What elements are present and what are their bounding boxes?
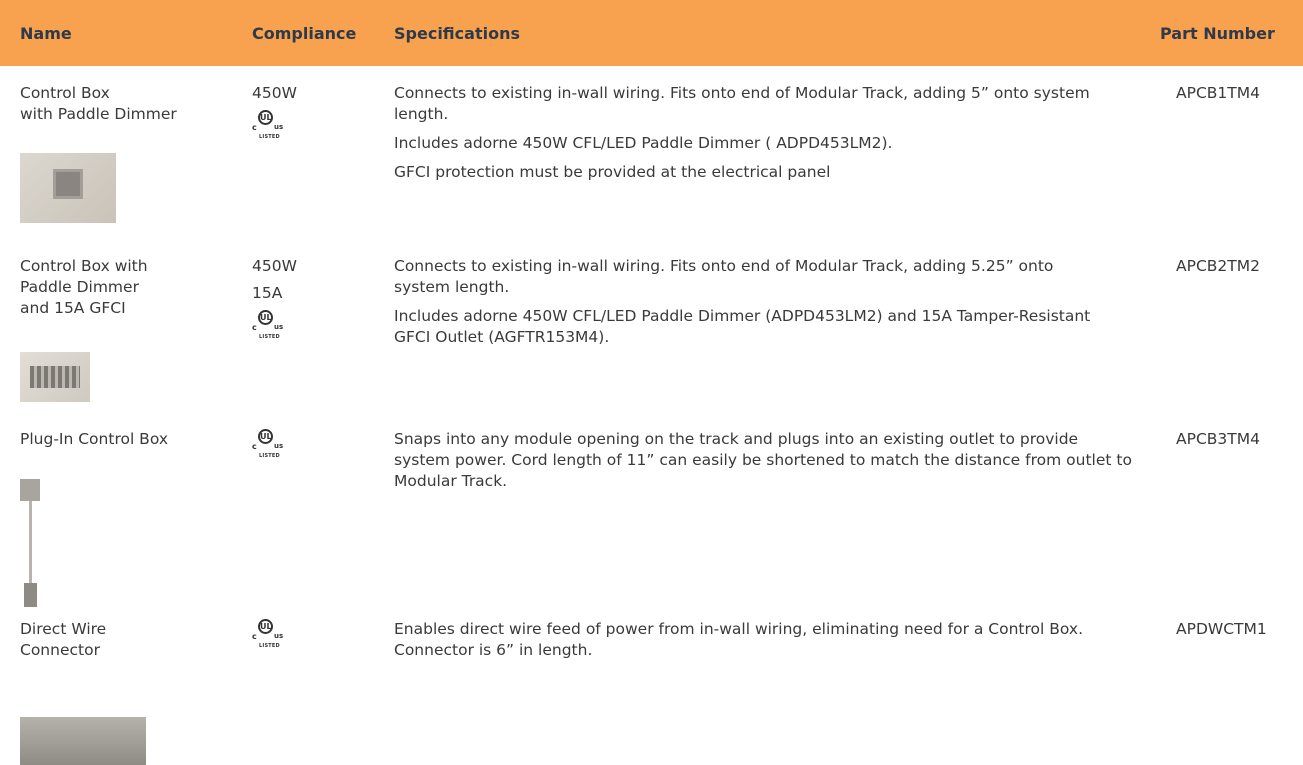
compliance: 450W 15A c UL us LISTED: [252, 257, 297, 340]
specifications: Snaps into any module opening on the tra…: [394, 430, 1132, 490]
table-header: Name Compliance Specifications Part Numb…: [0, 0, 1303, 66]
control-box-gfci-image: [20, 352, 90, 402]
header-part-number: Part Number: [1160, 24, 1275, 43]
part-number: APDWCTM1: [1176, 620, 1267, 638]
compliance: c UL us LISTED: [252, 619, 284, 649]
ul-listed-icon: c UL us LISTED: [252, 619, 284, 649]
header-compliance: Compliance: [252, 24, 357, 43]
header-specifications: Specifications: [394, 24, 520, 43]
product-name: Control Box with Paddle Dimmer: [20, 84, 177, 123]
control-box-dimmer-image: [20, 153, 116, 223]
part-number: APCB2TM2: [1176, 257, 1260, 275]
specifications: Connects to existing in-wall wiring. Fit…: [394, 84, 1090, 181]
ul-listed-icon: c UL us LISTED: [252, 310, 284, 340]
plug-in-control-box-image: [20, 479, 42, 609]
product-name: Control Box with Paddle Dimmer and 15A G…: [20, 257, 148, 317]
part-number: APCB3TM4: [1176, 430, 1260, 448]
product-name: Direct Wire Connector: [20, 620, 107, 659]
specifications: Enables direct wire feed of power from i…: [394, 620, 1084, 659]
ul-listed-icon: c UL us LISTED: [252, 110, 284, 140]
header-name: Name: [20, 24, 72, 43]
product-name: Plug-In Control Box: [20, 430, 168, 448]
part-number: APCB1TM4: [1176, 84, 1260, 102]
direct-wire-connector-image: [20, 717, 146, 765]
specifications: Connects to existing in-wall wiring. Fit…: [394, 257, 1091, 346]
compliance: c UL us LISTED: [252, 429, 284, 459]
ul-listed-icon: c UL us LISTED: [252, 429, 284, 459]
compliance: 450W c UL us LISTED: [252, 84, 297, 140]
